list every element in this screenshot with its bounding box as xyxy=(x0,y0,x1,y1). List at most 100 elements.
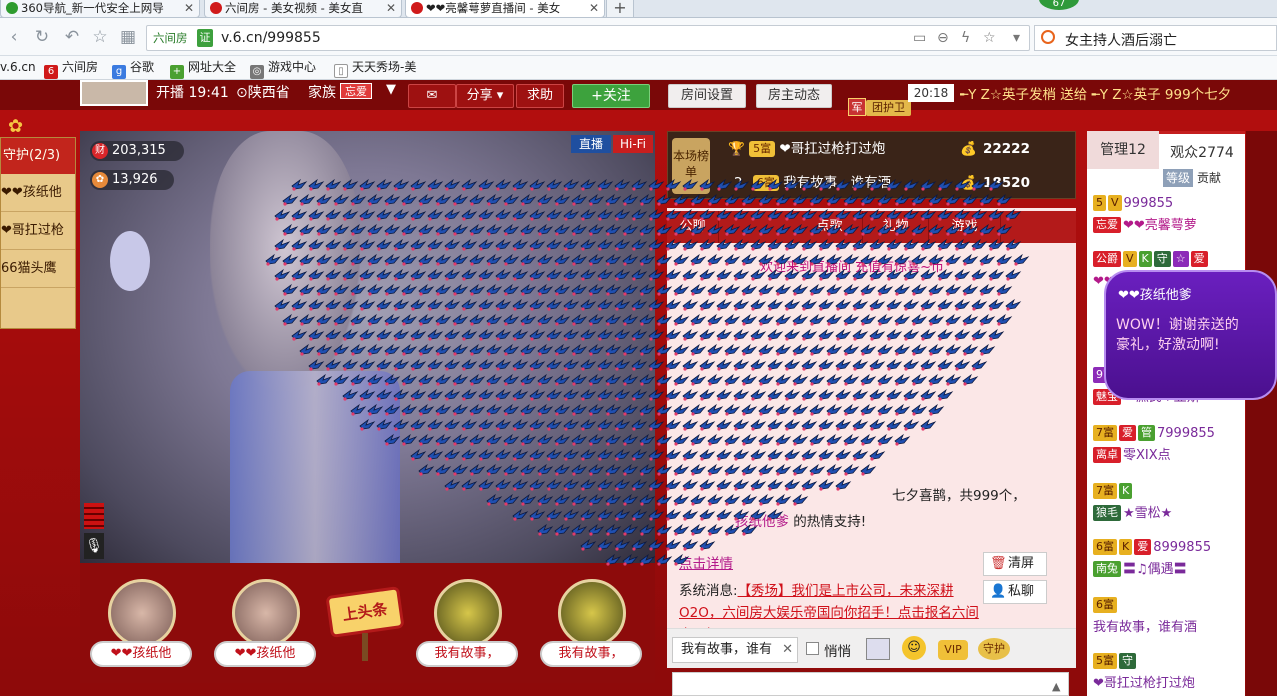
rank-row[interactable]: 🏆 5富 ❤哥扛过枪打过炮 💰 22222 xyxy=(728,134,1068,164)
coin-icon: 💰 xyxy=(960,175,977,191)
seat-slot[interactable]: 我有故事， xyxy=(536,579,646,674)
family-dropdown-icon[interactable]: ▼ xyxy=(386,82,396,97)
user-row[interactable]: 5富守 xyxy=(1093,651,1243,673)
bookmark-games[interactable]: ◎ 游戏中心 xyxy=(250,56,316,79)
vip-button[interactable]: VIP xyxy=(938,640,968,660)
user-row[interactable]: 南兔 〓♫偶遇〓 xyxy=(1093,559,1243,581)
screen-icon[interactable]: ▭ xyxy=(913,30,926,46)
private-chat-button[interactable]: 👤 私聊 xyxy=(983,580,1047,604)
user-row[interactable]: 7富 K xyxy=(1093,481,1243,503)
tab-song-request[interactable]: 点歌 xyxy=(797,211,863,243)
seat-name: 我有故事， xyxy=(540,641,642,667)
6cn-icon xyxy=(411,2,423,14)
thanks-user[interactable]: 孩纸他爹 xyxy=(735,514,789,530)
mail-icon: ✉ xyxy=(426,88,438,103)
apps-icon[interactable]: ▦ xyxy=(118,27,138,47)
dropdown-icon[interactable]: ▾ xyxy=(1013,30,1020,46)
browser-tab-active[interactable]: ❤❤亮馨萼萝直播间 - 美女 ✕ xyxy=(405,0,605,18)
microphone-icon[interactable]: 🎙 xyxy=(84,533,104,559)
seat-slot[interactable]: ❤❤孩纸他 xyxy=(86,579,196,674)
follow-button[interactable]: +关注 xyxy=(572,84,650,108)
clear-screen-button[interactable]: 🗑 清屏 xyxy=(983,552,1047,576)
user-row[interactable]: 5 V 999855 xyxy=(1093,193,1243,215)
seat-name: ❤❤孩纸他 xyxy=(214,641,316,667)
search-input[interactable]: 女主持人酒后溺亡 xyxy=(1065,30,1177,50)
back-icon[interactable]: ‹ xyxy=(4,27,24,47)
seat-area: ❤❤孩纸他 ❤❤孩纸他 上头条 我有故事， 我有故事， xyxy=(80,563,655,683)
user-row[interactable]: 忘爱 ❤❤亮馨萼萝 xyxy=(1093,215,1243,237)
tab-gifts[interactable]: 礼物 xyxy=(863,211,929,243)
host-news-button[interactable]: 房主动态 xyxy=(756,84,832,108)
zoom-icon[interactable]: ⊖ xyxy=(937,30,949,46)
url-text[interactable]: v.6.cn/999855 xyxy=(221,30,321,46)
tab-public-chat[interactable]: 公聊 xyxy=(667,211,719,243)
sort-contrib[interactable]: 贡献 xyxy=(1197,169,1221,187)
video-player[interactable]: 直播 Hi-Fi 财 203,315 ✿ 13,926 🎙 xyxy=(80,131,655,563)
emoji-icon[interactable]: ☺ xyxy=(902,636,926,660)
browser-tab-6cn[interactable]: 六间房 - 美女视频 - 美女直 ✕ xyxy=(204,0,402,18)
quiet-label: 悄悄 xyxy=(824,644,851,660)
scroll-up-icon[interactable]: ▲ xyxy=(1052,680,1060,693)
image-icon[interactable] xyxy=(866,638,890,660)
message-input[interactable] xyxy=(672,672,1069,696)
close-icon[interactable]: ✕ xyxy=(184,0,194,16)
bookmark-google[interactable]: g 谷歌 xyxy=(112,56,154,79)
audience-panel: 管理12 观众2774 等级 贡献 5 V 999855 忘爱 ❤❤亮馨萼萝 公爵 V K… xyxy=(1087,131,1245,696)
rank-level: 5富 xyxy=(749,141,776,157)
star-icon[interactable]: ☆ xyxy=(983,30,996,46)
user-row[interactable]: 7富爱管 7999855 xyxy=(1093,423,1243,445)
user-row[interactable]: 6富 K 爱 8999855 xyxy=(1093,537,1243,559)
sort-level[interactable]: 等级 xyxy=(1163,169,1194,187)
guard-team-badge[interactable]: 团护卫 xyxy=(866,100,911,116)
bookmark-nav[interactable]: + 网址大全 xyxy=(170,56,236,79)
user-row[interactable]: ❤哥扛过枪打过炮 xyxy=(1093,673,1243,695)
guard-item[interactable]: ❤哥扛过枪 xyxy=(1,212,75,250)
user-row[interactable]: 狼毛 ★雪松★ xyxy=(1093,503,1243,525)
user-level: 5 xyxy=(1093,195,1106,211)
site-label: 六间房 xyxy=(153,31,188,45)
close-icon[interactable]: ✕ xyxy=(386,0,396,16)
rank-name: ❤哥扛过枪打过炮 xyxy=(779,141,886,157)
rank-value: 18520 xyxy=(983,175,1030,191)
headline-button[interactable]: 上头条 xyxy=(325,586,405,638)
refresh-icon[interactable]: ↻ xyxy=(32,27,52,47)
browser-tab-360[interactable]: 360导航_新一代安全上网导 ✕ xyxy=(0,0,200,18)
undo-icon[interactable]: ↶ xyxy=(62,27,82,47)
tab-viewers[interactable]: 观众2774 xyxy=(1159,131,1245,169)
help-button[interactable]: 求助 xyxy=(516,84,564,108)
rank-row[interactable]: 2 6富 我有故事，谁有酒 💰 18520 xyxy=(728,168,1068,198)
person-icon: 👤 xyxy=(990,584,1007,599)
address-bar[interactable]: 六间房 证 v.6.cn/999855 ▭ ⊖ ϟ ☆ ▾ xyxy=(146,25,1030,51)
guard-item[interactable]: 66猫头鹰 xyxy=(1,250,75,288)
guard-button[interactable]: 守护 xyxy=(978,638,1010,660)
bookmark-v6[interactable]: v.6.cn xyxy=(0,56,36,78)
bookmark-show[interactable]: ▯ 天天秀场-美 xyxy=(334,56,416,78)
close-icon[interactable]: ✕ xyxy=(589,0,599,16)
favorite-icon[interactable]: ☆ xyxy=(90,27,110,47)
room-settings-button[interactable]: 房间设置 xyxy=(668,84,746,108)
seat-name: ❤❤孩纸他 xyxy=(90,641,192,667)
bookmark-6cn[interactable]: 6 六间房 xyxy=(44,56,98,79)
host-avatar[interactable] xyxy=(80,80,148,106)
user-row[interactable]: 离卓 零XIX点 xyxy=(1093,445,1243,467)
guard-item[interactable]: ❤❤孩纸他 xyxy=(1,174,75,212)
share-button[interactable]: 分享 ▾ xyxy=(456,84,514,108)
chat-target-select[interactable]: 我有故事，谁有 ✕ xyxy=(672,637,798,663)
close-icon[interactable]: ✕ xyxy=(782,638,793,662)
tab-admins[interactable]: 管理12 xyxy=(1087,131,1159,169)
tab-title: 360导航_新一代安全上网导 xyxy=(21,1,164,15)
user-row[interactable]: 6富 xyxy=(1093,595,1243,617)
click-detail-link[interactable]: 点击详情 xyxy=(679,552,733,572)
seat-slot[interactable]: ❤❤孩纸他 xyxy=(210,579,320,674)
seat-slot[interactable]: 我有故事， xyxy=(412,579,522,674)
new-tab-button[interactable]: + xyxy=(606,0,634,18)
user-row[interactable]: 我有故事，谁有酒 xyxy=(1093,617,1243,639)
mail-button[interactable]: ✉ xyxy=(408,84,456,108)
search-box[interactable]: 女主持人酒后溺亡 xyxy=(1034,25,1277,51)
flash-icon[interactable]: ϟ xyxy=(961,30,970,46)
tab-games[interactable]: 游戏 xyxy=(929,211,1001,243)
user-row[interactable]: 公爵 V K 守 ☆ 爱 xyxy=(1093,249,1243,271)
volume-icon[interactable] xyxy=(84,503,104,529)
hifi-tag[interactable]: Hi-Fi xyxy=(613,135,653,153)
quiet-checkbox[interactable] xyxy=(806,642,819,655)
